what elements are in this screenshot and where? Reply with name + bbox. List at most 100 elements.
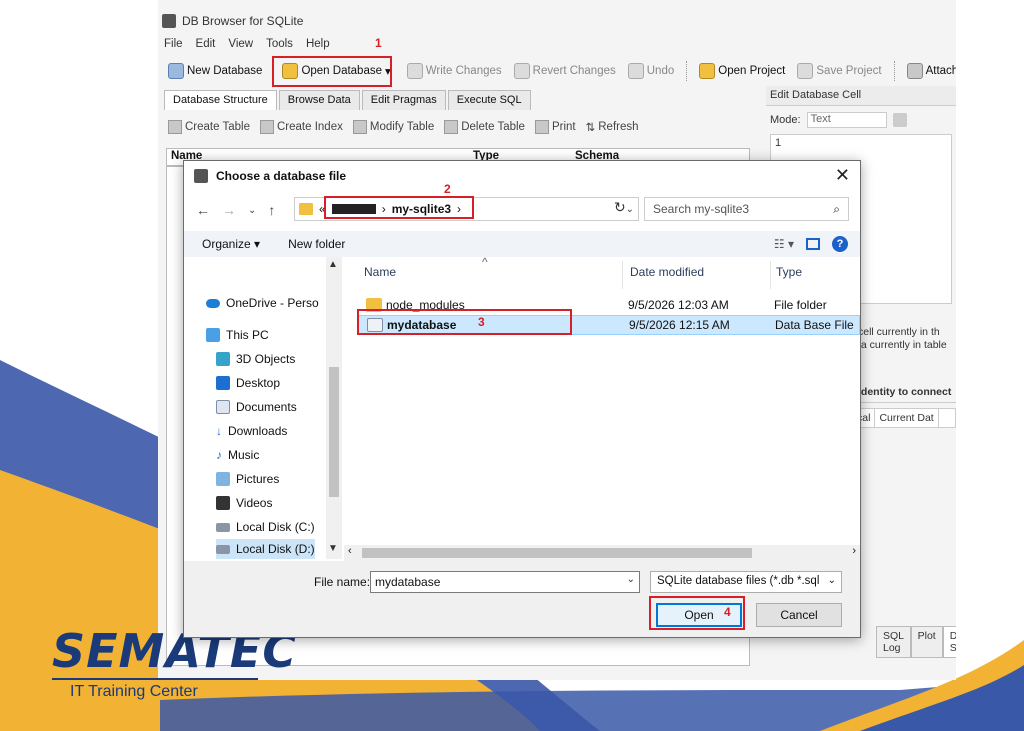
refresh-icon: ⇅ [585, 122, 596, 134]
folder-icon [299, 203, 313, 215]
create-index-button[interactable]: Create Index [260, 120, 343, 134]
nav-item-this-pc[interactable]: This PC [206, 325, 269, 345]
cancel-button[interactable]: Cancel [756, 603, 842, 627]
undo-button[interactable]: Undo [624, 61, 679, 81]
dropdown-arrow-icon[interactable]: ▾ [385, 64, 391, 78]
attach-label: Attach [925, 65, 956, 77]
file-list-hscrollbar[interactable]: ‹ › [344, 545, 860, 561]
tab-execute-sql[interactable]: Execute SQL [447, 90, 531, 110]
breadcrumb-separator: › [381, 202, 386, 216]
tab-sql-log[interactable]: SQL Log [876, 626, 911, 658]
nav-item-music[interactable]: ♪ Music [216, 445, 259, 465]
sematec-logo: SEMATEC IT Training Center [52, 628, 297, 701]
write-changes-button[interactable]: Write Changes [403, 61, 506, 81]
tab-db-schema[interactable]: DB Schema [942, 626, 956, 658]
organize-button[interactable]: Organize ▾ [202, 237, 260, 251]
column-type[interactable]: Type [776, 265, 802, 279]
cloud-icon [206, 298, 220, 308]
breadcrumb-overflow[interactable]: « [319, 202, 326, 216]
delete-table-button[interactable]: Delete Table [444, 120, 525, 134]
refresh-icon[interactable]: ↻ [614, 199, 626, 216]
nav-item-pictures[interactable]: Pictures [216, 469, 279, 489]
print-label: Print [551, 121, 576, 133]
open-database-label: Open Database [301, 65, 382, 77]
attach-button[interactable]: Attach [903, 61, 956, 81]
file-row-node-modules[interactable]: node_modules 9/5/2026 12:03 AM File fold… [358, 295, 860, 315]
chevron-down-icon[interactable]: ⌄ [627, 574, 635, 585]
file-name-input[interactable]: mydatabase ⌄ [370, 571, 640, 593]
chevron-down-icon[interactable]: ⌄ [828, 575, 836, 586]
scroll-down-icon[interactable]: ▼ [328, 543, 338, 554]
scroll-right-icon[interactable]: › [852, 545, 856, 557]
recent-locations-icon[interactable]: ⌄ [248, 205, 256, 216]
address-bar[interactable]: « › my-sqlite3 › ⌄ [294, 197, 639, 221]
nav-label: Desktop [236, 376, 281, 390]
tab-plot[interactable]: Plot [910, 626, 943, 658]
save-project-button[interactable]: Save Project [793, 61, 885, 81]
forward-arrow-icon[interactable]: → [222, 202, 236, 218]
column-date-modified[interactable]: Date modified [630, 265, 704, 279]
preview-pane-icon[interactable] [806, 238, 820, 250]
logo-underline [52, 678, 258, 680]
revert-changes-button[interactable]: Revert Changes [510, 61, 620, 81]
nav-item-desktop[interactable]: Desktop [216, 373, 280, 393]
file-row-mydatabase[interactable]: mydatabase 9/5/2026 12:15 AM Data Base F… [358, 315, 860, 335]
refresh-button[interactable]: ⇅ Refresh [586, 120, 639, 134]
create-table-button[interactable]: Create Table [168, 120, 250, 134]
nav-item-local-disk-c[interactable]: Local Disk (C:) [216, 517, 315, 537]
tab-edit-pragmas[interactable]: Edit Pragmas [361, 90, 446, 110]
back-arrow-icon[interactable]: ← [196, 202, 210, 218]
tab-database-structure[interactable]: Database Structure [164, 90, 277, 110]
step-4-number: 4 [724, 605, 731, 619]
scroll-thumb[interactable] [362, 548, 752, 558]
close-icon[interactable]: ✕ [835, 165, 850, 186]
breadcrumb-my-sqlite3[interactable]: my-sqlite3 [392, 202, 451, 216]
nav-item-downloads[interactable]: ↓ Downloads [216, 421, 287, 441]
computer-icon [206, 328, 220, 342]
address-dropdown-icon[interactable]: ⌄ [626, 204, 634, 215]
sort-ascending-icon: ^ [482, 255, 488, 269]
open-project-button[interactable]: Open Project [695, 61, 789, 81]
videos-icon [216, 496, 230, 510]
new-folder-button[interactable]: New folder [288, 237, 345, 251]
file-type: Data Base File [775, 318, 854, 332]
structure-toolbar: Create Table Create Index Modify Table D… [168, 116, 639, 138]
print-button[interactable]: Print [534, 120, 576, 134]
auto-format-icon[interactable] [892, 113, 907, 127]
menu-tools[interactable]: Tools [266, 38, 293, 56]
scroll-thumb[interactable] [329, 367, 339, 497]
search-input[interactable]: Search my-sqlite3 ⌕ [644, 197, 849, 221]
view-options-icon[interactable]: ☷ ▾ [774, 237, 794, 251]
column-name[interactable]: Name [364, 265, 396, 279]
view-tools: ☷ ▾ ? [774, 236, 848, 252]
dock-title: Edit Database Cell [766, 86, 956, 106]
nav-item-videos[interactable]: Videos [216, 493, 272, 513]
dialog-titlebar: Choose a database file [194, 169, 346, 183]
menu-file[interactable]: File [164, 38, 183, 56]
tab-browse-data[interactable]: Browse Data [278, 90, 360, 110]
redacted-folder [331, 204, 376, 214]
database-icon [194, 169, 208, 183]
nav-item-documents[interactable]: Documents [216, 397, 297, 417]
nav-item-onedrive[interactable]: OneDrive - Perso [206, 293, 319, 313]
table-icon [168, 120, 182, 134]
menu-view[interactable]: View [228, 38, 253, 56]
menu-edit[interactable]: Edit [196, 38, 216, 56]
up-arrow-icon[interactable]: ↑ [268, 202, 275, 218]
scroll-up-icon[interactable]: ▲ [328, 259, 338, 270]
open-database-button[interactable]: Open Database ▾ [278, 61, 394, 81]
nav-item-local-disk-d[interactable]: Local Disk (D:) [216, 539, 315, 559]
mode-select[interactable]: Text [806, 112, 887, 128]
music-note-icon: ♪ [216, 448, 222, 462]
help-icon[interactable]: ? [832, 236, 848, 252]
new-database-button[interactable]: New Database [164, 61, 266, 81]
nav-label: OneDrive - Perso [226, 296, 319, 310]
column-current-data[interactable]: Current Dat [875, 409, 939, 427]
file-type-filter[interactable]: SQLite database files (*.db *.sql ⌄ [650, 571, 842, 593]
modify-table-button[interactable]: Modify Table [352, 120, 434, 134]
nav-item-3d-objects[interactable]: 3D Objects [216, 349, 295, 369]
menu-help[interactable]: Help [306, 38, 330, 56]
file-type: File folder [774, 298, 827, 312]
scroll-left-icon[interactable]: ‹ [348, 545, 352, 557]
nav-pane-scrollbar[interactable]: ▲ ▼ [326, 257, 342, 559]
